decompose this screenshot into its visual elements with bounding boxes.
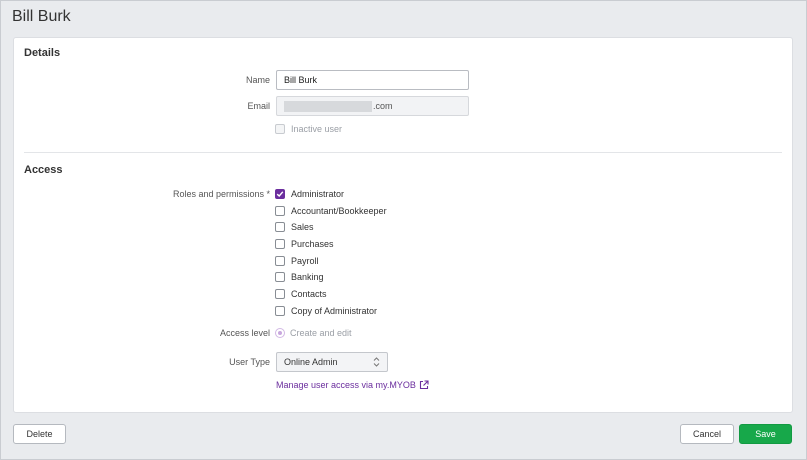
email-suffix: .com (373, 101, 393, 111)
role-payroll-checkbox[interactable] (275, 256, 285, 266)
access-level-radio (275, 328, 285, 338)
access-level-option: Create and edit (275, 326, 352, 340)
external-link-icon (419, 380, 429, 390)
role-copy-of-administrator-checkbox[interactable] (275, 306, 285, 316)
inactive-user-label: Inactive user (291, 124, 343, 134)
cancel-button[interactable]: Cancel (680, 424, 734, 444)
page-title: Bill Burk (12, 8, 71, 25)
role-contacts[interactable]: Contacts (275, 287, 327, 301)
roles-label: Roles and permissions * (172, 189, 270, 199)
user-type-select[interactable]: Online Admin (276, 352, 388, 372)
manage-user-access-link[interactable]: Manage user access via my.MYOB (276, 380, 429, 390)
role-payroll-label: Payroll (291, 256, 319, 266)
role-administrator-checkbox[interactable] (275, 189, 285, 199)
role-copy-of-administrator[interactable]: Copy of Administrator (275, 304, 377, 318)
role-administrator[interactable]: Administrator (275, 187, 344, 201)
access-level-label: Access level (219, 328, 270, 338)
role-sales-checkbox[interactable] (275, 222, 285, 232)
chevron-updown-icon (373, 357, 380, 367)
save-button[interactable]: Save (739, 424, 792, 444)
role-contacts-checkbox[interactable] (275, 289, 285, 299)
role-accountant-bookkeeper[interactable]: Accountant/Bookkeeper (275, 204, 387, 218)
access-heading: Access (24, 164, 63, 176)
role-sales[interactable]: Sales (275, 220, 314, 234)
user-type-label: User Type (229, 357, 270, 367)
role-banking[interactable]: Banking (275, 270, 324, 284)
radio-dot-icon (278, 331, 282, 335)
role-accountant-bookkeeper-checkbox[interactable] (275, 206, 285, 216)
role-purchases[interactable]: Purchases (275, 237, 334, 251)
access-level-value: Create and edit (290, 328, 352, 338)
role-sales-label: Sales (291, 222, 314, 232)
name-label: Name (245, 75, 270, 85)
delete-button[interactable]: Delete (13, 424, 66, 444)
role-purchases-label: Purchases (291, 239, 334, 249)
details-heading: Details (24, 47, 61, 59)
inactive-user-checkbox (275, 124, 285, 134)
role-banking-label: Banking (291, 272, 324, 282)
role-purchases-checkbox[interactable] (275, 239, 285, 249)
role-accountant-bookkeeper-label: Accountant/Bookkeeper (291, 206, 387, 216)
role-copy-of-administrator-label: Copy of Administrator (291, 306, 378, 316)
email-redacted-block (284, 101, 372, 113)
email-field: .com (276, 96, 469, 116)
manage-user-access-label: Manage user access via my.MYOB (276, 380, 416, 390)
section-divider (24, 152, 782, 153)
user-details-card: Details Name Bill Burk Email .com Inacti… (13, 37, 793, 413)
role-contacts-label: Contacts (291, 289, 327, 299)
role-payroll[interactable]: Payroll (275, 254, 319, 268)
user-type-value: Online Admin (284, 357, 338, 367)
role-banking-checkbox[interactable] (275, 272, 285, 282)
email-label: Email (247, 101, 270, 111)
inactive-user-checkbox-row: Inactive user (275, 122, 342, 136)
check-icon (276, 191, 284, 198)
role-administrator-label: Administrator (291, 189, 345, 199)
name-field[interactable]: Bill Burk (276, 70, 469, 90)
